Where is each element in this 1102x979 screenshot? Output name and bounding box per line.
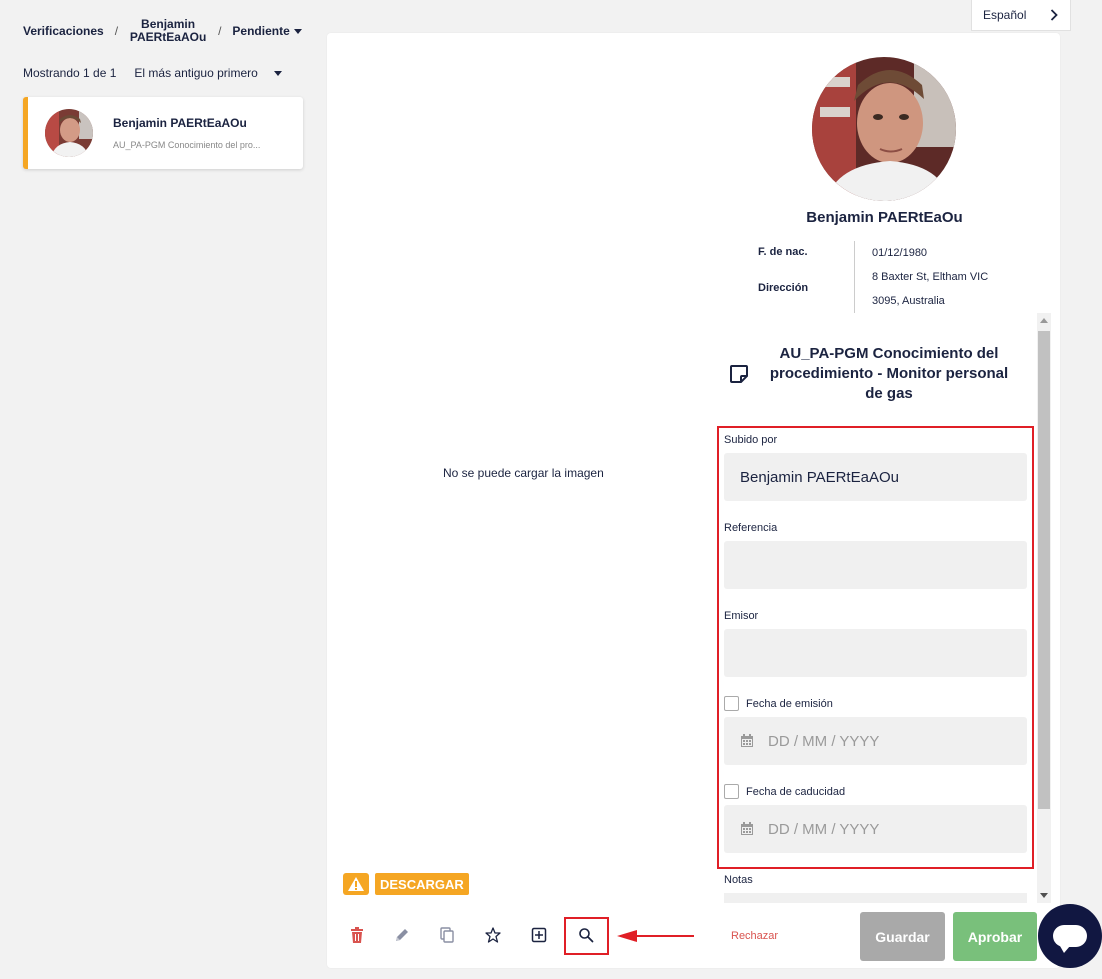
scroll-up-icon[interactable] [1040,318,1048,323]
uploaded-by-field[interactable]: Benjamin PAERtEaAOu [724,453,1027,501]
note-icon [730,365,748,383]
expiry-date-checkbox[interactable] [724,784,739,799]
breadcrumb-person[interactable]: Benjamin PAERtEaAOu [129,18,207,44]
add-box-icon[interactable] [531,927,547,943]
uploaded-by-label: Subido por [724,434,778,446]
expiry-date-field[interactable]: DD / MM / YYYY [724,805,1027,853]
chat-button[interactable] [1038,904,1102,968]
reference-label: Referencia [724,522,778,534]
reject-button[interactable]: Rechazar [731,930,778,942]
caret-down-icon [273,70,282,76]
document-title: AU_PA-PGM Conocimiento del procedimiento… [769,345,1009,402]
image-error-message: No se puede cargar la imagen [443,466,604,480]
sort-dropdown[interactable]: El más antiguo primero [134,66,282,80]
pencil-icon[interactable] [394,927,410,943]
status-label: Pendiente [232,24,290,38]
notes-field[interactable] [724,893,1027,903]
notes-label: Notas [724,874,753,886]
warning-icon [343,873,369,895]
showing-count: Mostrando 1 de 1 [23,66,117,80]
issue-date-label: Fecha de emisión [746,697,833,710]
save-button[interactable]: Guardar [860,912,945,961]
calendar-icon [741,734,753,747]
expiry-date-checkbox-row[interactable]: Fecha de caducidad [724,784,845,799]
trash-icon[interactable] [349,927,365,943]
scroll-down-icon[interactable] [1040,893,1048,898]
dob-label: F. de nac. [758,246,808,258]
chevron-right-icon [1050,9,1058,21]
approve-button[interactable]: Aprobar [953,912,1037,961]
status-dropdown[interactable]: Pendiente [232,24,302,38]
breadcrumb-person-first: Benjamin [141,17,196,31]
search-highlight-box [564,917,609,955]
download-button[interactable]: DESCARGAR [375,873,469,895]
issue-date-checkbox[interactable] [724,696,739,711]
sort-label: El más antiguo primero [134,66,258,80]
language-label: Español [983,8,1027,22]
breadcrumb-verifications[interactable]: Verificaciones [23,24,104,38]
scrollbar-thumb[interactable] [1038,331,1050,809]
address-line-1: 8 Baxter St, Eltham VIC [872,271,989,283]
breadcrumb-separator: / [218,24,222,38]
list-item-name: Benjamin PAERtEaAOu [113,116,247,130]
copy-icon[interactable] [439,927,455,943]
issue-date-placeholder: DD / MM / YYYY [768,732,880,750]
address-label: Dirección [758,282,809,294]
language-selector[interactable]: Español [971,0,1071,31]
list-item-subtitle: AU_PA-PGM Conocimiento del pro... [113,140,261,150]
annotation-arrow [617,930,694,942]
avatar [45,109,93,157]
breadcrumb-person-last: PAERtEaAOu [129,30,207,44]
profile-name: Benjamin PAERtEaOu [806,209,963,226]
calendar-icon [741,822,753,835]
list-summary: Mostrando 1 de 1 El más antiguo primero [23,66,282,80]
issue-date-field[interactable]: DD / MM / YYYY [724,717,1027,765]
issuer-label: Emisor [724,610,759,622]
expiry-date-label: Fecha de caducidad [746,785,846,798]
form-scrollbar[interactable] [1037,313,1051,903]
address-line-2: 3095, Australia [872,295,945,307]
list-item[interactable]: Benjamin PAERtEaAOu AU_PA-PGM Conocimien… [23,97,303,169]
star-icon[interactable] [485,927,501,943]
breadcrumb-separator: / [114,24,119,38]
list-item-text: Benjamin PAERtEaAOu AU_PA-PGM Conocimien… [113,116,260,150]
chat-bubble-icon [1053,925,1087,953]
expiry-date-placeholder: DD / MM / YYYY [768,820,880,838]
document-header: AU_PA-PGM Conocimiento del procedimiento… [728,344,1028,404]
info-divider [854,241,855,313]
profile-avatar [812,57,956,201]
issue-date-checkbox-row[interactable]: Fecha de emisión [724,696,833,711]
dob-value: 01/12/1980 [872,247,928,259]
breadcrumb: Verificaciones / Benjamin PAERtEaAOu / P… [23,18,302,44]
issuer-field[interactable] [724,629,1027,677]
download-area: DESCARGAR [343,873,469,895]
caret-down-icon [293,28,302,34]
reference-field[interactable] [724,541,1027,589]
